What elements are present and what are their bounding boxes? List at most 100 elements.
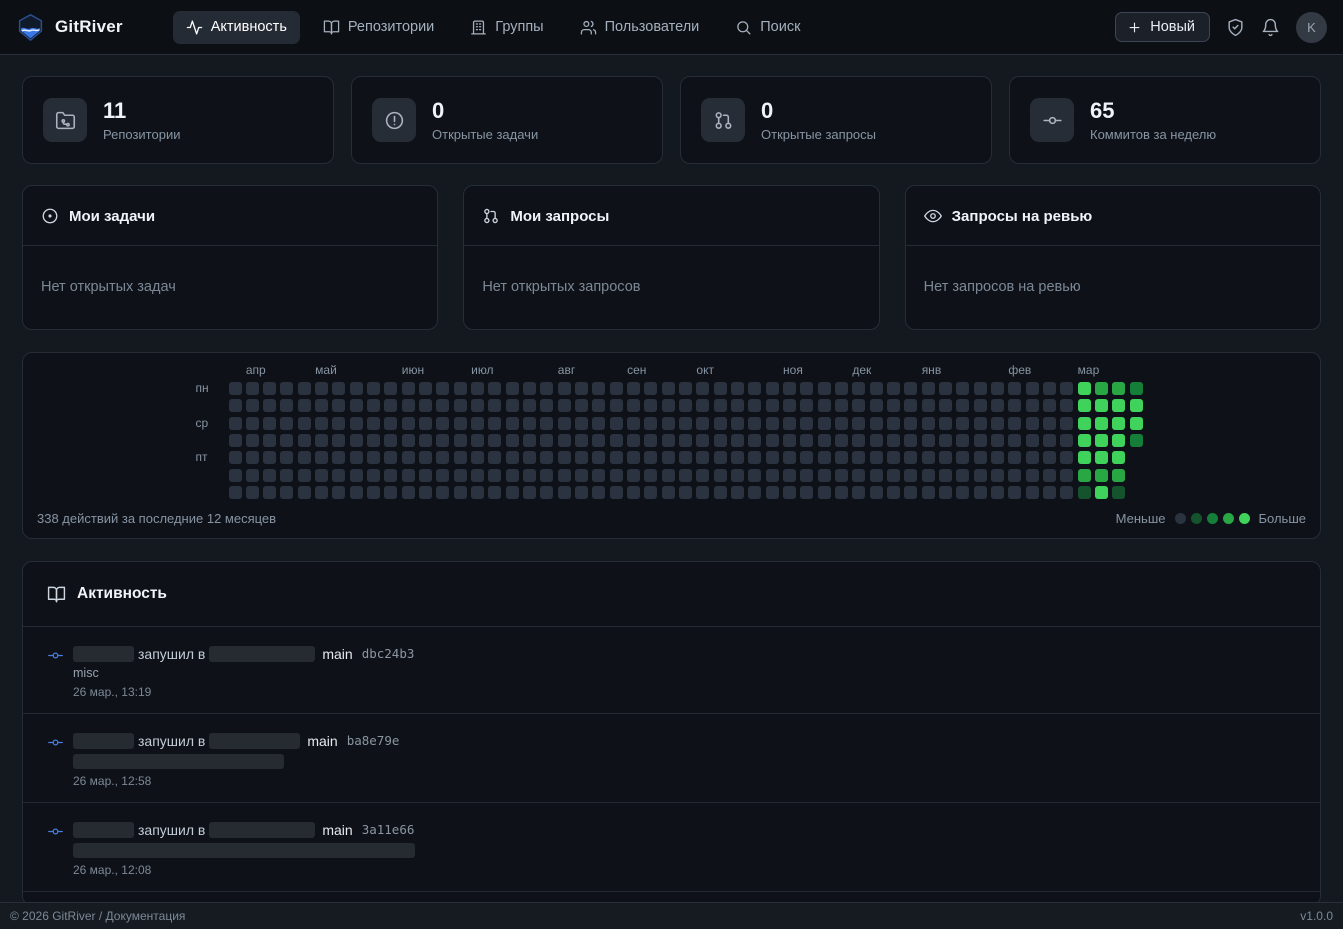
heatmap-cell[interactable] <box>939 486 952 499</box>
heatmap-cell[interactable] <box>332 486 345 499</box>
heatmap-cell[interactable] <box>783 399 796 412</box>
heatmap-cell[interactable] <box>315 486 328 499</box>
heatmap-cell[interactable] <box>696 469 709 482</box>
heatmap-cell[interactable] <box>818 399 831 412</box>
heatmap-cell[interactable] <box>939 451 952 464</box>
heatmap-cell[interactable] <box>350 417 363 430</box>
heatmap-cell[interactable] <box>818 451 831 464</box>
heatmap-cell[interactable] <box>662 399 675 412</box>
heatmap-cell[interactable] <box>662 417 675 430</box>
heatmap-cell[interactable] <box>350 451 363 464</box>
heatmap-cell[interactable] <box>904 451 917 464</box>
heatmap-cell[interactable] <box>298 382 311 395</box>
heatmap-cell[interactable] <box>922 434 935 447</box>
heatmap-cell[interactable] <box>592 469 605 482</box>
heatmap-cell[interactable] <box>748 417 761 430</box>
heatmap-cell[interactable] <box>662 451 675 464</box>
heatmap-cell[interactable] <box>610 417 623 430</box>
heatmap-cell[interactable] <box>350 434 363 447</box>
heatmap-cell[interactable] <box>436 486 449 499</box>
heatmap-cell[interactable] <box>540 469 553 482</box>
heatmap-cell[interactable] <box>1043 382 1056 395</box>
heatmap-cell[interactable] <box>229 469 242 482</box>
heatmap-cell[interactable] <box>956 486 969 499</box>
heatmap-cell[interactable] <box>1026 451 1039 464</box>
heatmap-cell[interactable] <box>1078 486 1091 499</box>
heatmap-cell[interactable] <box>644 382 657 395</box>
heatmap-cell[interactable] <box>887 469 900 482</box>
heatmap-cell[interactable] <box>627 486 640 499</box>
heatmap-cell[interactable] <box>592 382 605 395</box>
heatmap-cell[interactable] <box>1078 469 1091 482</box>
heatmap-cell[interactable] <box>506 451 519 464</box>
heatmap-cell[interactable] <box>714 434 727 447</box>
heatmap-cell[interactable] <box>748 451 761 464</box>
heatmap-cell[interactable] <box>766 399 779 412</box>
heatmap-cell[interactable] <box>1026 417 1039 430</box>
heatmap-cell[interactable] <box>731 451 744 464</box>
heatmap-cell[interactable] <box>350 399 363 412</box>
heatmap-cell[interactable] <box>644 486 657 499</box>
heatmap-cell[interactable] <box>523 451 536 464</box>
heatmap-cell[interactable] <box>644 399 657 412</box>
heatmap-cell[interactable] <box>991 434 1004 447</box>
heatmap-cell[interactable] <box>523 434 536 447</box>
heatmap-cell[interactable] <box>488 382 501 395</box>
stat-card-pull-request[interactable]: 0Открытые запросы <box>680 76 992 164</box>
heatmap-cell[interactable] <box>367 399 380 412</box>
heatmap-cell[interactable] <box>644 417 657 430</box>
heatmap-cell[interactable] <box>298 434 311 447</box>
heatmap-cell[interactable] <box>731 486 744 499</box>
heatmap-cell[interactable] <box>748 382 761 395</box>
heatmap-cell[interactable] <box>367 382 380 395</box>
heatmap-cell[interactable] <box>558 486 571 499</box>
heatmap-cell[interactable] <box>627 399 640 412</box>
heatmap-cell[interactable] <box>384 399 397 412</box>
heatmap-cell[interactable] <box>1095 382 1108 395</box>
heatmap-cell[interactable] <box>1112 417 1125 430</box>
heatmap-cell[interactable] <box>402 469 415 482</box>
heatmap-cell[interactable] <box>1112 469 1125 482</box>
heatmap-cell[interactable] <box>280 451 293 464</box>
heatmap-cell[interactable] <box>263 434 276 447</box>
heatmap-cell[interactable] <box>1130 417 1143 430</box>
heatmap-cell[interactable] <box>1043 469 1056 482</box>
heatmap-cell[interactable] <box>783 434 796 447</box>
heatmap-cell[interactable] <box>592 399 605 412</box>
heatmap-cell[interactable] <box>558 382 571 395</box>
heatmap-cell[interactable] <box>558 399 571 412</box>
heatmap-cell[interactable] <box>800 399 813 412</box>
heatmap-cell[interactable] <box>246 382 259 395</box>
heatmap-cell[interactable] <box>1008 399 1021 412</box>
heatmap-cell[interactable] <box>714 382 727 395</box>
heatmap-cell[interactable] <box>1112 486 1125 499</box>
footer-copyright-link[interactable]: © 2026 GitRiver / Документация <box>10 909 185 923</box>
heatmap-cell[interactable] <box>1043 434 1056 447</box>
heatmap-cell[interactable] <box>471 399 484 412</box>
heatmap-cell[interactable] <box>835 434 848 447</box>
heatmap-cell[interactable] <box>610 399 623 412</box>
heatmap-cell[interactable] <box>714 417 727 430</box>
heatmap-cell[interactable] <box>454 417 467 430</box>
heatmap-cell[interactable] <box>246 469 259 482</box>
heatmap-cell[interactable] <box>332 451 345 464</box>
heatmap-cell[interactable] <box>870 417 883 430</box>
heatmap-cell[interactable] <box>367 417 380 430</box>
heatmap-cell[interactable] <box>1026 399 1039 412</box>
heatmap-cell[interactable] <box>280 469 293 482</box>
heatmap-cell[interactable] <box>454 382 467 395</box>
heatmap-cell[interactable] <box>1043 486 1056 499</box>
stat-card-commit[interactable]: 65Коммитов за неделю <box>1009 76 1321 164</box>
heatmap-cell[interactable] <box>870 451 883 464</box>
heatmap-cell[interactable] <box>575 382 588 395</box>
heatmap-cell[interactable] <box>263 382 276 395</box>
heatmap-cell[interactable] <box>506 399 519 412</box>
heatmap-cell[interactable] <box>783 486 796 499</box>
heatmap-cell[interactable] <box>1043 451 1056 464</box>
heatmap-cell[interactable] <box>800 434 813 447</box>
heatmap-cell[interactable] <box>540 417 553 430</box>
heatmap-cell[interactable] <box>1112 382 1125 395</box>
heatmap-cell[interactable] <box>610 382 623 395</box>
heatmap-cell[interactable] <box>350 469 363 482</box>
heatmap-cell[interactable] <box>384 434 397 447</box>
